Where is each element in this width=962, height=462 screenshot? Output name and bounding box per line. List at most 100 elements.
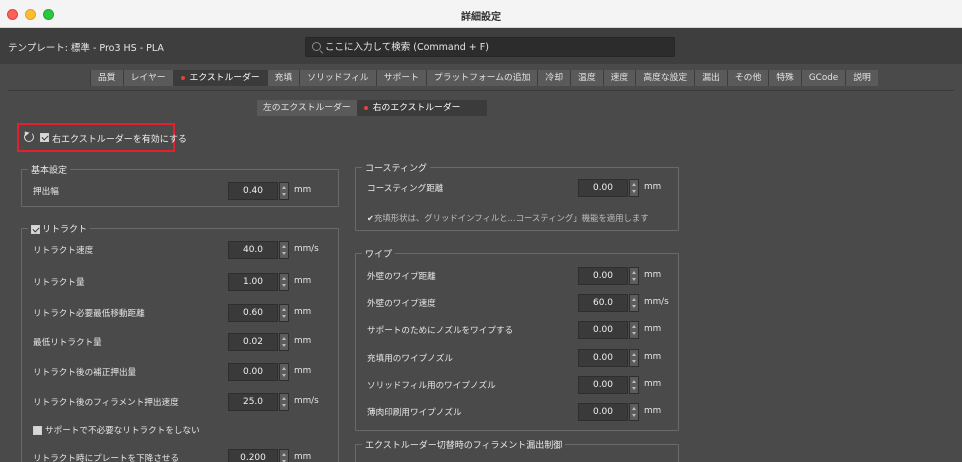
- unit-label: mm: [294, 366, 312, 376]
- tab-12[interactable]: その他: [726, 70, 769, 86]
- enable-right-extruder-checkbox[interactable]: [40, 133, 49, 142]
- unit-label: mm/s: [644, 297, 669, 307]
- retract-1-input[interactable]: 1.00: [228, 273, 278, 291]
- tab-label: 高度な設定: [643, 73, 688, 83]
- wipe-1-stepper[interactable]: [629, 294, 639, 312]
- enable-right-extruder-row: 右エクストルーダーを有効にする: [17, 123, 187, 152]
- extruder-subtabs: 左のエクストルーダー 右のエクストルーダー: [257, 100, 488, 116]
- wipe-3-stepper[interactable]: [629, 349, 639, 367]
- tabs-separator: [8, 90, 954, 91]
- coasting-note-text: 充填形状は、グリッドインフィルと...コースティング」機能を適用します: [374, 213, 649, 223]
- tab-8[interactable]: 温度: [570, 70, 603, 86]
- field-row-extrusion-width: 押出幅 0.40 mm: [22, 182, 340, 200]
- tab-13[interactable]: 特殊: [768, 70, 801, 86]
- no-retract-support-label: サポートで不必要なリトラクトをしない: [45, 426, 200, 436]
- wipe-4-input[interactable]: 0.00: [578, 376, 628, 394]
- field-label: 最低リトラクト量: [33, 338, 102, 348]
- no-retract-support-row[interactable]: サポートで不必要なリトラクトをしない: [33, 424, 200, 436]
- field-row-wipe-5: 薄肉印刷用ワイプノズル 0.00 mm: [356, 403, 678, 421]
- wipe-group: ワイプ 外壁のワイプ距離 0.00 mm 外壁のワイプ速度 60.0 mm/s サポートのた…: [355, 247, 679, 431]
- tab-15[interactable]: 説明: [845, 70, 878, 86]
- search-box[interactable]: [305, 37, 675, 57]
- tab-2[interactable]: エクストルーダー: [172, 70, 267, 86]
- tab-0[interactable]: 品質: [90, 70, 123, 86]
- extrusion-width-stepper[interactable]: [279, 182, 289, 200]
- subtab-label: 左のエクストルーダー: [263, 103, 351, 113]
- subtab-left-extruder[interactable]: 左のエクストルーダー: [257, 100, 358, 116]
- field-label: リトラクト速度: [33, 246, 94, 256]
- field-row-retract-0: リトラクト速度 40.0 mm/s: [22, 241, 338, 259]
- wipe-4-stepper[interactable]: [629, 376, 639, 394]
- reset-icon[interactable]: [24, 132, 34, 142]
- wipe-0-input[interactable]: 0.00: [578, 267, 628, 285]
- field-row-retract-2: リトラクト必要最低移動距離 0.60 mm: [22, 304, 338, 322]
- field-row-wipe-0: 外壁のワイプ距離 0.00 mm: [356, 267, 678, 285]
- field-label: リトラクト後の補正押出量: [33, 368, 137, 378]
- tab-11[interactable]: 漏出: [694, 70, 727, 86]
- unit-label: mm: [294, 185, 312, 195]
- check-icon: ✔: [367, 213, 375, 223]
- wipe-3-input[interactable]: 0.00: [578, 349, 628, 367]
- retract-4-stepper[interactable]: [279, 363, 289, 381]
- unit-label: mm: [644, 406, 662, 416]
- retract-checkbox[interactable]: [31, 225, 40, 234]
- lower-plate-stepper[interactable]: [279, 449, 289, 462]
- retract-1-stepper[interactable]: [279, 273, 289, 291]
- unit-label: mm: [644, 352, 662, 362]
- tab-14[interactable]: GCode: [800, 70, 846, 86]
- retract-3-stepper[interactable]: [279, 333, 289, 351]
- subtab-label: 右のエクストルーダー: [372, 103, 461, 113]
- tab-6[interactable]: プラットフォームの追加: [425, 70, 538, 86]
- wipe-1-input[interactable]: 60.0: [578, 294, 628, 312]
- coasting-distance-stepper[interactable]: [629, 179, 639, 197]
- tab-5[interactable]: サポート: [375, 70, 426, 86]
- retract-5-input[interactable]: 25.0: [228, 393, 278, 411]
- coasting-title: コースティング: [362, 161, 431, 174]
- tab-10[interactable]: 高度な設定: [635, 70, 695, 86]
- subtab-right-extruder[interactable]: 右のエクストルーダー: [357, 100, 488, 116]
- search-input[interactable]: [325, 38, 665, 56]
- tab-label: 冷却: [545, 73, 564, 83]
- field-row-retract-1: リトラクト量 1.00 mm: [22, 273, 338, 291]
- wipe-5-stepper[interactable]: [629, 403, 639, 421]
- tab-1[interactable]: レイヤー: [122, 70, 173, 86]
- wipe-0-stepper[interactable]: [629, 267, 639, 285]
- retract-2-input[interactable]: 0.60: [228, 304, 278, 322]
- tab-label: エクストルーダー: [189, 73, 260, 83]
- field-row-wipe-3: 充填用のワイプノズル 0.00 mm: [356, 349, 678, 367]
- tab-4[interactable]: ソリッドフィル: [299, 70, 376, 86]
- coasting-distance-input[interactable]: 0.00: [578, 179, 628, 197]
- retract-2-stepper[interactable]: [279, 304, 289, 322]
- tab-9[interactable]: 速度: [602, 70, 636, 86]
- retract-3-input[interactable]: 0.02: [228, 333, 278, 351]
- field-row-wipe-4: ソリッドフィル用のワイプノズル 0.00 mm: [356, 376, 678, 394]
- unit-label: mm/s: [294, 396, 319, 406]
- retract-4-input[interactable]: 0.00: [228, 363, 278, 381]
- unit-label: mm: [294, 452, 312, 462]
- tab-label: 漏出: [702, 73, 720, 83]
- tab-7[interactable]: 冷却: [537, 70, 571, 86]
- retract-5-stepper[interactable]: [279, 393, 289, 411]
- field-row-coasting-distance: コースティング距離 0.00 mm: [356, 179, 678, 197]
- ooze-control-title: エクストルーダー切替時のフィラメント漏出制御: [362, 438, 566, 451]
- tab-3[interactable]: 充填: [266, 70, 300, 86]
- wipe-2-input[interactable]: 0.00: [578, 321, 628, 339]
- retract-0-stepper[interactable]: [279, 241, 289, 259]
- wipe-title: ワイプ: [362, 247, 396, 260]
- extrusion-width-input[interactable]: 0.40: [228, 182, 278, 200]
- wipe-5-input[interactable]: 0.00: [578, 403, 628, 421]
- wipe-2-stepper[interactable]: [629, 321, 639, 339]
- retract-0-input[interactable]: 40.0: [228, 241, 278, 259]
- tab-label: プラットフォームの追加: [433, 73, 531, 83]
- field-label: 外壁のワイプ距離: [367, 272, 436, 282]
- unit-label: mm: [644, 270, 662, 280]
- retract-title[interactable]: リトラクト: [28, 222, 91, 235]
- field-label: リトラクト後のフィラメント押出速度: [33, 398, 179, 408]
- tab-label: 温度: [578, 73, 596, 83]
- no-retract-support-checkbox[interactable]: [33, 426, 42, 435]
- field-row-wipe-1: 外壁のワイプ速度 60.0 mm/s: [356, 294, 678, 312]
- lower-plate-input[interactable]: 0.200: [228, 449, 278, 462]
- unit-label: mm: [644, 182, 662, 192]
- field-row-retract-5: リトラクト後のフィラメント押出速度 25.0 mm/s: [22, 393, 338, 411]
- search-icon: [312, 42, 321, 51]
